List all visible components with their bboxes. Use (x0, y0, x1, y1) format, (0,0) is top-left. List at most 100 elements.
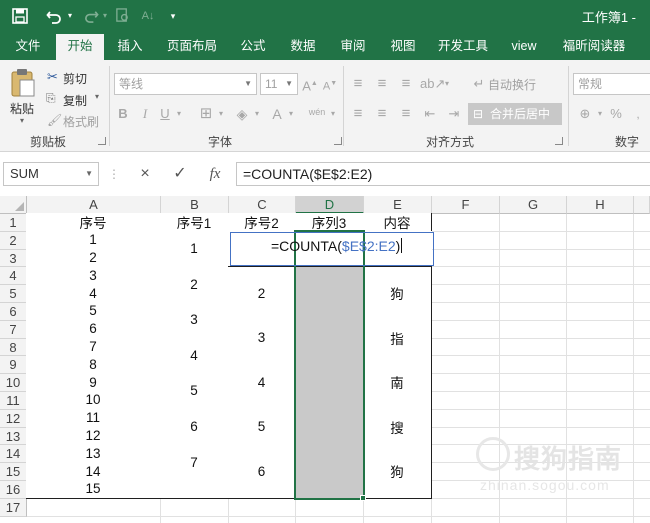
tab-view[interactable]: 视图 (382, 32, 424, 60)
cell-a15[interactable]: 14 (26, 462, 161, 481)
cell-b8[interactable]: 4 (160, 337, 229, 375)
redo-icon[interactable] (82, 5, 100, 27)
tab-developer[interactable]: 开发工具 (432, 32, 494, 60)
font-color-icon[interactable]: A (268, 104, 286, 124)
cancel-icon[interactable]: × (134, 164, 156, 184)
fill-color-dropdown-icon[interactable]: ▾ (252, 104, 262, 124)
row-header-1[interactable]: 1 (0, 214, 27, 232)
undo-icon[interactable] (44, 5, 64, 27)
currency-icon[interactable]: ⊕ (575, 104, 595, 124)
row-header-4[interactable]: 4 (0, 267, 27, 286)
clipboard-launcher-icon[interactable] (98, 137, 106, 145)
underline-button[interactable]: U (157, 104, 173, 124)
header-cell-a[interactable]: 序号 (26, 213, 161, 232)
cell-a2[interactable]: 1 (26, 230, 161, 250)
tab-insert[interactable]: 插入 (108, 32, 152, 60)
cell-e7[interactable]: 指 (363, 319, 432, 357)
select-all-corner[interactable] (0, 196, 27, 214)
shrink-font-button[interactable]: A▼ (321, 74, 339, 94)
cut-button[interactable]: 剪切 (63, 70, 87, 87)
header-cell-d[interactable]: 序列3 (295, 213, 364, 232)
row-header-9[interactable]: 9 (0, 356, 27, 375)
tab-formulas[interactable]: 公式 (232, 32, 274, 60)
font-size-box[interactable]: 11 ▼ (260, 73, 298, 95)
cell-c14[interactable]: 6 (228, 444, 296, 499)
cell-b16[interactable] (160, 480, 229, 499)
cell-a13[interactable]: 12 (26, 426, 161, 446)
orientation-dropdown-icon[interactable]: ▾ (442, 74, 452, 94)
cell-a10[interactable]: 9 (26, 373, 161, 392)
cell-a16[interactable]: 15 (26, 480, 161, 499)
tab-review[interactable]: 审阅 (332, 32, 374, 60)
paste-icon[interactable] (10, 68, 36, 101)
bold-button[interactable]: B (114, 104, 132, 124)
italic-button[interactable]: I (137, 104, 153, 124)
align-bottom-icon[interactable]: ≡ (396, 74, 416, 94)
cell-e14[interactable]: 狗 (363, 444, 432, 499)
increase-indent-icon[interactable]: ⇥ (444, 104, 464, 124)
row-header-15[interactable]: 15 (0, 463, 27, 481)
sort-az-icon[interactable]: A↓ (138, 5, 158, 27)
row-header-7[interactable]: 7 (0, 320, 27, 339)
cell-a3[interactable]: 2 (26, 248, 161, 268)
column-header-f[interactable]: F (432, 196, 500, 214)
wrap-text-button[interactable]: 自动换行 (488, 76, 536, 93)
row-header-14[interactable]: 14 (0, 445, 27, 464)
cell-c9[interactable]: 4 (228, 355, 296, 410)
cell-a8[interactable]: 7 (26, 337, 161, 357)
align-middle-icon[interactable]: ≡ (372, 74, 392, 94)
percent-button[interactable]: % (608, 104, 624, 124)
row-header-6[interactable]: 6 (0, 303, 27, 321)
header-cell-b[interactable]: 序号1 (160, 213, 229, 232)
row-header-2[interactable]: 2 (0, 231, 27, 250)
cell-b14[interactable]: 7 (160, 444, 229, 481)
cell-b4[interactable]: 2 (160, 266, 229, 303)
cell-e12[interactable]: 搜 (363, 408, 432, 446)
row-header-12[interactable]: 12 (0, 409, 27, 428)
fill-color-icon[interactable]: ◈ (232, 104, 252, 124)
merge-center-button[interactable]: ⊟ 合并后居中 (468, 103, 562, 125)
cell-c4[interactable]: 2 (228, 266, 296, 321)
format-painter-button[interactable]: 格式刷 (63, 113, 99, 130)
underline-dropdown-icon[interactable]: ▾ (174, 104, 184, 124)
cell-a4[interactable]: 3 (26, 266, 161, 286)
row-header-8[interactable]: 8 (0, 338, 27, 357)
cell-d9[interactable] (295, 355, 364, 410)
cell-a7[interactable]: 6 (26, 319, 161, 339)
font-name-box[interactable]: 等线 ▼ (114, 73, 257, 95)
cell-d12[interactable] (295, 408, 364, 446)
cell-a12[interactable]: 11 (26, 408, 161, 428)
paste-dropdown-icon[interactable]: ▾ (20, 116, 24, 125)
cell-a11[interactable]: 10 (26, 391, 161, 410)
tab-home[interactable]: 开始 (56, 34, 104, 60)
font-name-dropdown-icon[interactable]: ▼ (244, 74, 252, 94)
row-header-3[interactable]: 3 (0, 249, 27, 268)
row-header-17[interactable]: 17 (0, 498, 27, 517)
row-header-10[interactable]: 10 (0, 374, 27, 392)
cell-b2[interactable]: 1 (160, 230, 229, 268)
decrease-indent-icon[interactable]: ⇤ (420, 104, 440, 124)
cell-a5[interactable]: 4 (26, 284, 161, 303)
tab-file[interactable]: 文件 (6, 32, 50, 60)
orientation-icon[interactable]: ab↗ (420, 74, 445, 94)
align-left-icon[interactable]: ≡ (348, 104, 368, 124)
cell-b12[interactable]: 6 (160, 408, 229, 446)
cell-a6[interactable]: 5 (26, 302, 161, 321)
align-right-icon[interactable]: ≡ (396, 104, 416, 124)
row-header-13[interactable]: 13 (0, 427, 27, 446)
name-box-dropdown-icon[interactable]: ▼ (85, 163, 93, 185)
enter-icon[interactable]: ✓ (169, 164, 191, 184)
currency-dropdown-icon[interactable]: ▾ (595, 104, 605, 124)
fill-handle[interactable] (360, 494, 366, 501)
borders-dropdown-icon[interactable]: ▾ (216, 104, 226, 124)
column-header-next[interactable] (634, 196, 650, 214)
cell-a9[interactable]: 8 (26, 355, 161, 375)
name-box[interactable]: SUM ▼ (3, 162, 99, 186)
column-header-g[interactable]: G (500, 196, 567, 214)
column-header-h[interactable]: H (567, 196, 634, 214)
tab-foxit-reader[interactable]: 福昕阅读器 (556, 32, 632, 60)
cell-b10[interactable]: 5 (160, 373, 229, 410)
cell-e4[interactable]: 狗 (363, 266, 432, 321)
font-color-dropdown-icon[interactable]: ▾ (286, 104, 296, 124)
comma-style-icon[interactable]: , (628, 104, 648, 124)
